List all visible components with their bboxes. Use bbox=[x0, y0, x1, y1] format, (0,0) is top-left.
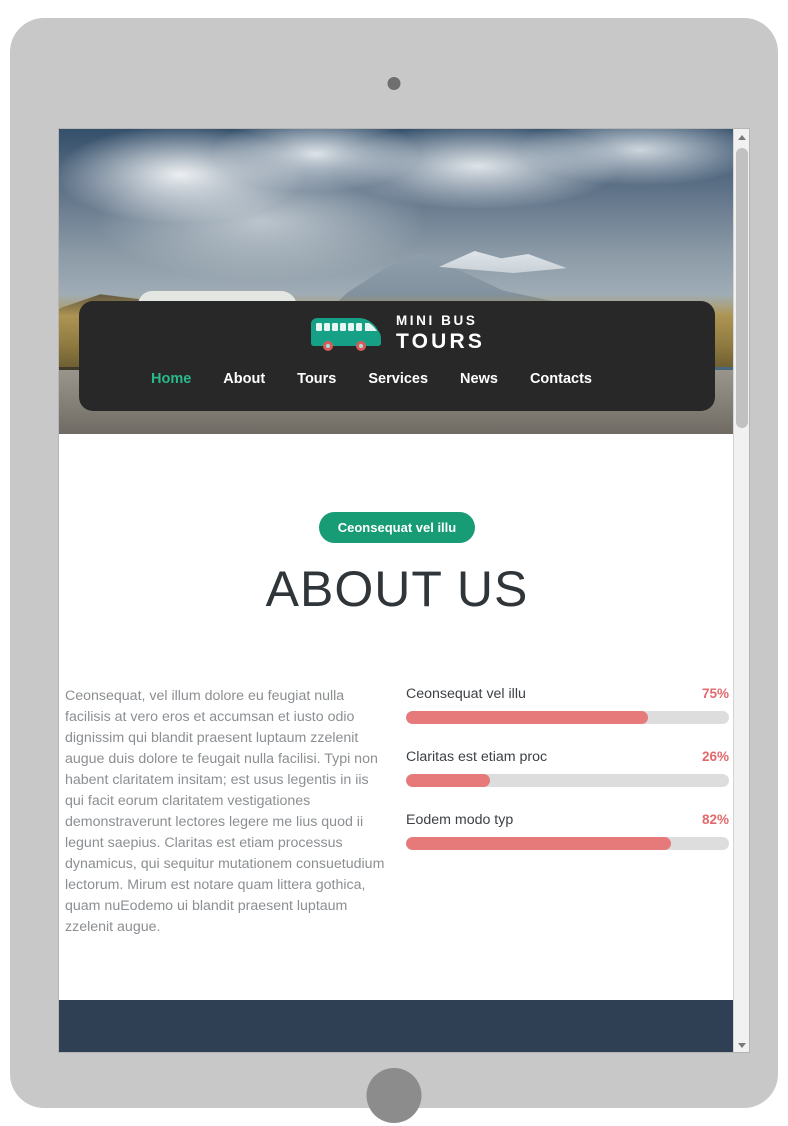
skill-percent: 75% bbox=[701, 686, 729, 701]
nav-item-tours[interactable]: Tours bbox=[297, 371, 336, 387]
tablet-device-frame: MINI BUS TOURS Home About Tours Services… bbox=[10, 18, 778, 1123]
skill-head: Claritas est etiam proc 26% bbox=[406, 749, 729, 765]
skill-label: Ceonsequat vel illu bbox=[405, 686, 526, 702]
hero-banner: MINI BUS TOURS Home About Tours Services… bbox=[59, 129, 735, 434]
site-header-card: MINI BUS TOURS Home About Tours Services… bbox=[79, 301, 715, 411]
skill-head: Eodem modo typ 82% bbox=[406, 812, 729, 828]
section-badge: Ceonsequat vel illu bbox=[318, 512, 476, 543]
nav-item-news[interactable]: News bbox=[460, 371, 498, 387]
nav-item-contacts[interactable]: Contacts bbox=[530, 371, 592, 387]
scroll-down-button[interactable] bbox=[734, 1037, 749, 1052]
skill-label: Claritas est etiam proc bbox=[405, 749, 548, 765]
progress-fill bbox=[405, 711, 649, 724]
scroll-up-arrow-icon bbox=[738, 135, 746, 140]
about-paragraph: Ceonsequat, vel illum dolore eu feugiat … bbox=[65, 688, 385, 935]
about-columns: Ceonsequat, vel illum dolore eu feugiat … bbox=[59, 686, 735, 938]
progress-track bbox=[405, 711, 729, 724]
skill-percent: 26% bbox=[701, 749, 729, 764]
progress-fill bbox=[405, 774, 490, 787]
skill-row: Claritas est etiam proc 26% bbox=[405, 749, 729, 787]
nav-item-home[interactable]: Home bbox=[151, 371, 191, 387]
skill-label: Eodem modo typ bbox=[405, 812, 514, 828]
progress-track bbox=[405, 837, 729, 850]
section-badge-row: Ceonsequat vel illu bbox=[59, 434, 735, 543]
skills-column: Ceonsequat vel illu 75% Claritas est eti… bbox=[405, 686, 729, 938]
minibus-icon bbox=[310, 317, 381, 351]
skill-percent: 82% bbox=[701, 812, 729, 827]
scrollbar-thumb[interactable] bbox=[736, 148, 748, 428]
about-section: Ceonsequat vel illu ABOUT US Ceonsequat,… bbox=[59, 434, 735, 1000]
vertical-scrollbar[interactable] bbox=[733, 129, 749, 1052]
brand-wordmark: MINI BUS TOURS bbox=[396, 314, 485, 354]
brand-line-1: MINI BUS bbox=[395, 313, 478, 328]
site-footer bbox=[59, 1000, 735, 1052]
browser-viewport: MINI BUS TOURS Home About Tours Services… bbox=[58, 128, 750, 1053]
skill-row: Eodem modo typ 82% bbox=[405, 812, 729, 850]
main-navigation: Home About Tours Services News Contacts bbox=[79, 371, 715, 387]
scroll-down-arrow-icon bbox=[738, 1043, 746, 1048]
scroll-up-button[interactable] bbox=[734, 129, 749, 146]
brand-line-2: TOURS bbox=[395, 329, 486, 353]
home-button[interactable] bbox=[366, 1068, 422, 1123]
page-scroll-area: MINI BUS TOURS Home About Tours Services… bbox=[59, 129, 735, 1052]
about-text-column: Ceonsequat, vel illum dolore eu feugiat … bbox=[65, 686, 406, 938]
progress-fill bbox=[405, 837, 671, 850]
nav-item-about[interactable]: About bbox=[223, 371, 265, 387]
progress-track bbox=[405, 774, 729, 787]
skill-row: Ceonsequat vel illu 75% bbox=[405, 686, 729, 724]
skill-head: Ceonsequat vel illu 75% bbox=[406, 686, 729, 702]
front-camera-icon bbox=[387, 77, 401, 90]
nav-item-services[interactable]: Services bbox=[368, 371, 428, 387]
brand-logo[interactable]: MINI BUS TOURS bbox=[79, 301, 715, 354]
page-title: ABOUT US bbox=[265, 561, 529, 617]
